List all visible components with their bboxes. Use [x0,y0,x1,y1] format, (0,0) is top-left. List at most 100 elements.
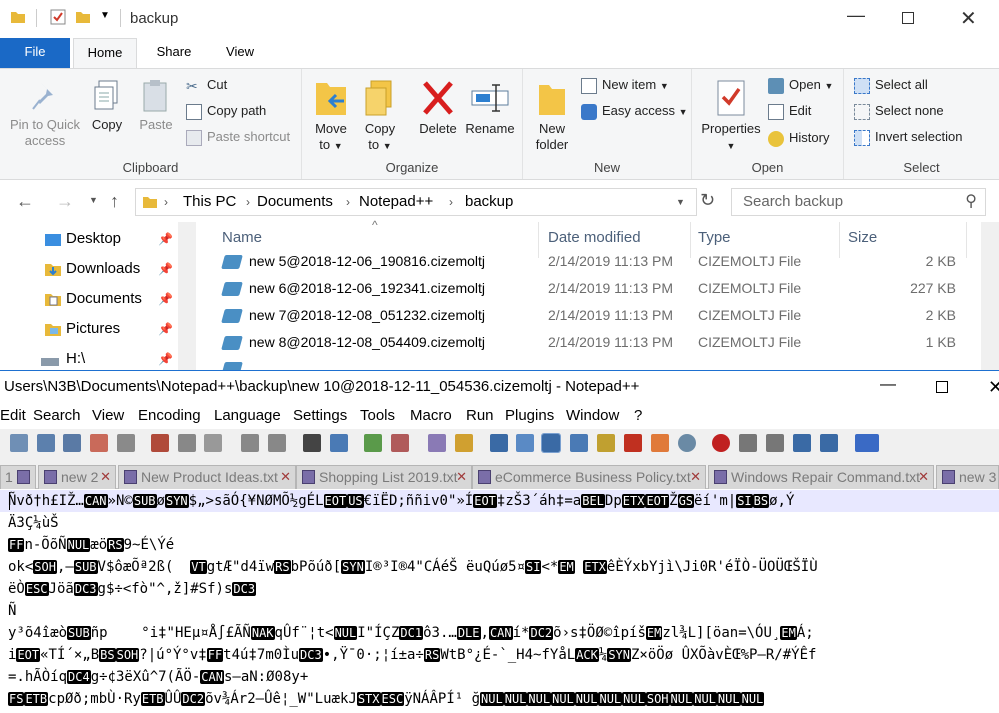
nav-pane-scrollbar[interactable] [178,222,196,370]
nav-item-desktop[interactable]: Desktop [66,226,121,252]
pin-icon[interactable]: 📌 [158,292,173,306]
tab-close-icon[interactable]: ✕ [100,466,111,488]
playback-icon[interactable] [766,434,784,452]
up-arrow-icon[interactable]: ↑ [110,191,119,212]
document-tab[interactable]: New Product Ideas.txt ✕ [118,465,296,489]
pin-icon[interactable]: 📌 [158,352,173,366]
select-all-button[interactable]: Select all [854,74,928,96]
address-bar[interactable]: › This PC › Documents › Notepad++ › back… [135,188,697,216]
pin-icon[interactable]: 📌 [158,262,173,276]
file-list-scrollbar[interactable] [981,222,999,370]
pin-icon[interactable]: 📌 [158,232,173,246]
monitoring-eye-icon[interactable] [678,434,696,452]
breadcrumb-backup[interactable]: backup [465,189,513,215]
maximize-button[interactable] [936,381,948,393]
run-macro-multiple-icon[interactable] [793,434,811,452]
sync-horizontal-icon[interactable] [455,434,473,452]
menu-search[interactable]: Search [33,407,81,424]
document-tab[interactable]: new 2 ✕ [38,465,116,489]
new-folder-button[interactable]: New folder [529,79,575,153]
open-file-icon[interactable] [37,434,55,452]
zoom-out-icon[interactable] [391,434,409,452]
easy-access-button[interactable]: Easy access ▼ [581,100,688,122]
nav-item-pictures[interactable]: Pictures [66,316,120,342]
paste-shortcut-button[interactable]: Paste shortcut [186,126,290,148]
stop-recording-icon[interactable] [739,434,757,452]
function-list-icon[interactable] [624,434,642,452]
save-icon[interactable] [63,434,81,452]
doc-map-icon[interactable] [597,434,615,452]
new-folder-quick-icon[interactable] [75,9,91,25]
cut-button[interactable]: ✂ Cut [186,74,227,96]
pin-icon[interactable]: 📌 [158,322,173,336]
show-all-characters-icon[interactable] [516,434,534,452]
column-header-date-modified[interactable]: Date modified [548,229,641,246]
document-tab[interactable]: new 3 [936,465,999,489]
document-tab[interactable]: Windows Repair Command.txt ✕ [708,465,934,489]
menu-language[interactable]: Language [214,407,281,424]
column-header-name[interactable]: Name [222,229,262,246]
user-language-icon[interactable] [570,434,588,452]
new-file-icon[interactable] [10,434,28,452]
minimize-button[interactable]: — [880,371,896,401]
save-all-icon[interactable] [90,434,108,452]
minimize-button[interactable]: — [847,5,865,26]
menu-window[interactable]: Window [566,407,619,424]
breadcrumb-notepadpp[interactable]: Notepad++ [359,189,433,215]
replace-icon[interactable] [330,434,348,452]
tab-file[interactable]: File [0,38,70,68]
nav-item-h-drive[interactable]: H:\ [66,346,85,370]
menu-view[interactable]: View [92,407,124,424]
menu-edit[interactable]: Edit [0,407,26,424]
document-tab[interactable]: eCommerce Business Policy.txt ✕ [472,465,706,489]
back-arrow-icon[interactable]: ← [16,191,34,212]
menu-settings[interactable]: Settings [293,407,347,424]
nav-item-documents[interactable]: Documents [66,286,142,312]
refresh-icon[interactable]: ↻ [700,190,715,211]
new-item-button[interactable]: New item ▼ [581,74,669,96]
delete-button[interactable]: Delete [416,79,460,137]
tab-view[interactable]: View [208,38,272,68]
spell-check-icon[interactable] [855,434,879,452]
sync-vertical-icon[interactable] [428,434,446,452]
file-row[interactable]: new 6@2018-12-06_192341.cizemoltj 2/14/2… [216,276,996,303]
menu-tools[interactable]: Tools [360,407,395,424]
recent-locations-chevron-icon[interactable]: ▼ [89,195,98,205]
file-row[interactable]: new 8@2018-12-08_054409.cizemoltj 2/14/2… [216,330,996,357]
paste-button[interactable]: Paste [134,79,178,133]
word-wrap-icon[interactable] [490,434,508,452]
copy-button[interactable]: Copy [86,79,128,133]
breadcrumb-documents[interactable]: Documents [257,189,333,215]
tab-close-icon[interactable]: ✕ [690,466,701,488]
address-dropdown-chevron-icon[interactable]: ▼ [676,189,685,215]
breadcrumb-this-pc[interactable]: This PC [183,189,236,215]
close-button[interactable]: ✕ [988,371,999,403]
search-input[interactable]: Search backup ⚲ [731,188,986,216]
move-to-button[interactable]: Move to ▼ [310,79,352,154]
menu-macro[interactable]: Macro [410,407,452,424]
forward-arrow-icon[interactable]: → [56,191,74,212]
find-icon[interactable] [303,434,321,452]
close-button[interactable]: ✕ [960,6,977,31]
invert-selection-button[interactable]: Invert selection [854,126,962,148]
copy-icon[interactable] [178,434,196,452]
folder-workspace-icon[interactable] [651,434,669,452]
tab-share[interactable]: Share [142,38,206,68]
tab-close-icon[interactable]: ✕ [456,466,467,488]
tab-home[interactable]: Home [73,38,137,69]
zoom-in-icon[interactable] [364,434,382,452]
file-row[interactable]: new 5@2018-12-06_190816.cizemoltj 2/14/2… [216,249,996,276]
record-macro-icon[interactable] [712,434,730,452]
history-button[interactable]: History [768,127,829,149]
document-tab[interactable]: Shopping List 2019.txt ✕ [296,465,472,489]
edit-button[interactable]: Edit [768,100,811,122]
copy-path-button[interactable]: Copy path [186,100,266,122]
document-tab[interactable]: 1 [0,465,36,489]
customize-quick-access-chevron-icon[interactable]: ▼ [100,10,110,21]
tab-close-icon[interactable]: ✕ [280,466,291,488]
file-row[interactable]: new 7@2018-12-08_051232.cizemoltj 2/14/2… [216,303,996,330]
tab-close-icon[interactable]: ✕ [918,466,929,488]
cut-icon[interactable] [151,434,169,452]
paste-icon[interactable] [204,434,222,452]
menu-run[interactable]: Run [466,407,494,424]
